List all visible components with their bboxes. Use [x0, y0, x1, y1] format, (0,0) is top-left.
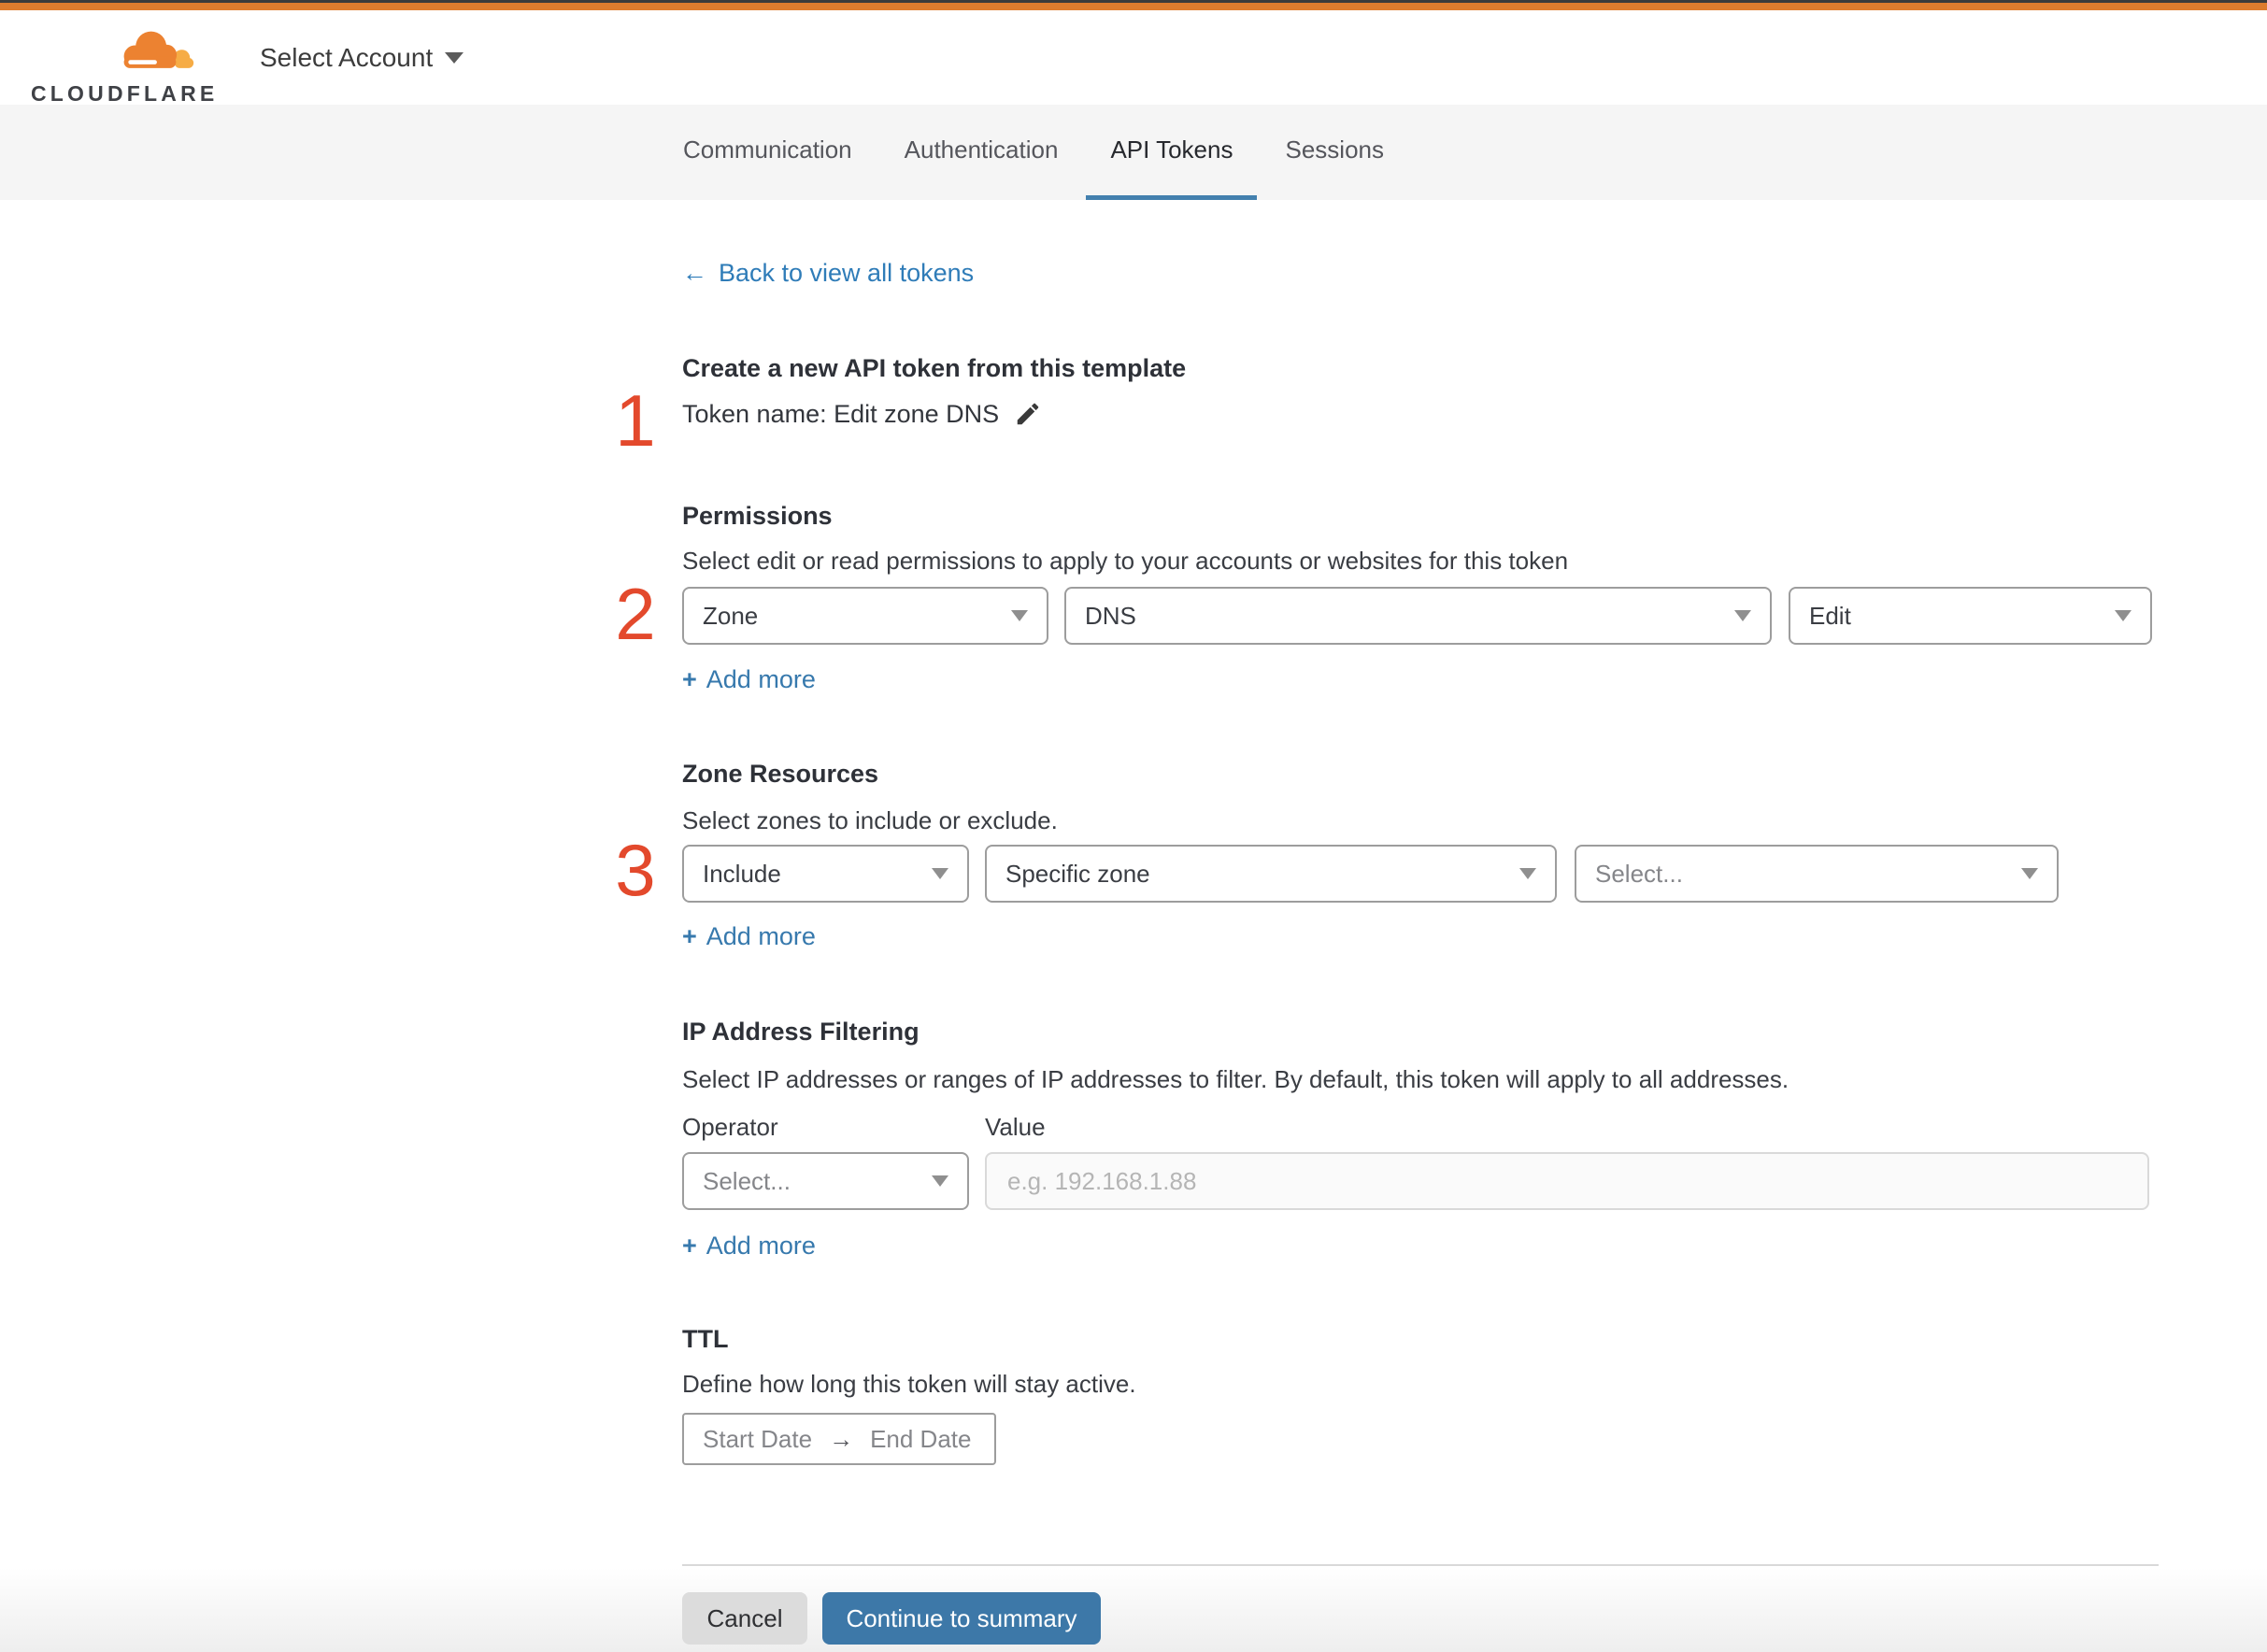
edit-pencil-icon[interactable] — [1014, 400, 1042, 428]
top-brand-stripe — [0, 3, 2267, 10]
step-number-2: 2 — [615, 573, 656, 655]
continue-to-summary-button[interactable]: Continue to summary — [822, 1592, 1101, 1645]
zone-resources-add-more-link[interactable]: + Add more — [682, 918, 816, 955]
zone-resources-description: Select zones to include or exclude. — [682, 806, 1058, 834]
zone-resources-row: Include Specific zone Select... — [682, 845, 2059, 903]
zone-mode-dropdown[interactable]: Include — [682, 845, 969, 903]
tab-api-tokens[interactable]: API Tokens — [1086, 105, 1258, 200]
zone-type-value: Specific zone — [1005, 859, 1150, 888]
ip-operator-placeholder: Select... — [703, 1166, 791, 1195]
ip-operator-dropdown[interactable]: Select... — [682, 1152, 969, 1210]
step-number-3: 3 — [615, 829, 656, 911]
ip-labels-row: Operator Value — [682, 1108, 1046, 1146]
chevron-down-icon — [1519, 868, 1536, 879]
operator-label: Operator — [682, 1113, 778, 1141]
permission-scope-dropdown[interactable]: Zone — [682, 587, 1048, 645]
profile-tabbar: Communication Authentication API Tokens … — [0, 105, 2267, 200]
permission-access-value: Edit — [1809, 601, 1851, 630]
plus-icon: + — [682, 1232, 697, 1260]
zone-select-placeholder: Select... — [1595, 859, 1683, 888]
tab-communication[interactable]: Communication — [659, 105, 877, 200]
ip-value-input[interactable] — [985, 1152, 2149, 1210]
add-more-label: Add more — [706, 922, 816, 950]
chevron-down-icon — [932, 868, 948, 879]
api-token-template-page: CLOUDFLARE Select Account Communication … — [0, 0, 2267, 1652]
tabs-group: Communication Authentication API Tokens … — [659, 105, 1408, 200]
cloudflare-wordmark: CLOUDFLARE — [31, 81, 219, 106]
ttl-description: Define how long this token will stay act… — [682, 1370, 1136, 1398]
tab-sessions[interactable]: Sessions — [1261, 105, 1408, 200]
token-name-text: Token name: Edit zone DNS — [682, 400, 1000, 428]
ttl-date-range-picker[interactable]: Start Date → End Date — [682, 1413, 996, 1465]
ip-filter-row: Select... — [682, 1152, 2149, 1210]
ip-filtering-description: Select IP addresses or ranges of IP addr… — [682, 1065, 1789, 1093]
value-label: Value — [985, 1113, 1046, 1141]
footer-divider — [682, 1564, 2159, 1566]
back-link-label: Back to view all tokens — [719, 259, 975, 287]
chevron-down-icon — [2021, 868, 2038, 879]
permission-resource-value: DNS — [1085, 601, 1136, 630]
chevron-down-icon — [1734, 610, 1751, 621]
chevron-down-icon — [932, 1175, 948, 1187]
chevron-down-icon — [1011, 610, 1028, 621]
permission-access-dropdown[interactable]: Edit — [1789, 587, 2152, 645]
permissions-add-more-link[interactable]: + Add more — [682, 661, 816, 698]
back-arrow-icon: ← — [682, 259, 707, 287]
template-heading: Create a new API token from this templat… — [682, 354, 1187, 382]
token-name-line: Token name: Edit zone DNS — [682, 393, 1042, 434]
back-to-tokens-link[interactable]: ← Back to view all tokens — [682, 254, 974, 292]
footer-background — [0, 1568, 2267, 1652]
chevron-down-icon — [2115, 610, 2132, 621]
cloudflare-cloud-icon — [123, 31, 194, 75]
permissions-row: Zone DNS Edit — [682, 587, 2152, 645]
add-more-label: Add more — [706, 1232, 816, 1260]
permissions-description: Select edit or read permissions to apply… — [682, 547, 1569, 575]
zone-mode-value: Include — [703, 859, 781, 888]
add-more-label: Add more — [706, 665, 816, 693]
app-header: CLOUDFLARE Select Account — [0, 10, 2267, 107]
start-date-placeholder: Start Date — [703, 1424, 813, 1453]
ttl-title: TTL — [682, 1325, 729, 1353]
ip-filtering-add-more-link[interactable]: + Add more — [682, 1227, 816, 1264]
permission-resource-dropdown[interactable]: DNS — [1064, 587, 1772, 645]
cloudflare-logo[interactable]: CLOUDFLARE — [31, 21, 219, 107]
account-selector[interactable]: Select Account — [260, 10, 464, 105]
tab-authentication[interactable]: Authentication — [880, 105, 1083, 200]
cancel-button[interactable]: Cancel — [682, 1592, 807, 1645]
permission-scope-value: Zone — [703, 601, 759, 630]
plus-icon: + — [682, 665, 697, 693]
plus-icon: + — [682, 922, 697, 950]
step-number-1: 1 — [615, 379, 656, 462]
permissions-title: Permissions — [682, 502, 833, 530]
zone-resources-title: Zone Resources — [682, 760, 879, 788]
account-selector-label: Select Account — [260, 42, 434, 72]
ip-filtering-title: IP Address Filtering — [682, 1018, 920, 1046]
arrow-right-icon: → — [829, 1424, 854, 1453]
zone-select-dropdown[interactable]: Select... — [1575, 845, 2059, 903]
end-date-placeholder: End Date — [870, 1424, 972, 1453]
zone-type-dropdown[interactable]: Specific zone — [985, 845, 1557, 903]
chevron-down-icon — [445, 51, 464, 64]
